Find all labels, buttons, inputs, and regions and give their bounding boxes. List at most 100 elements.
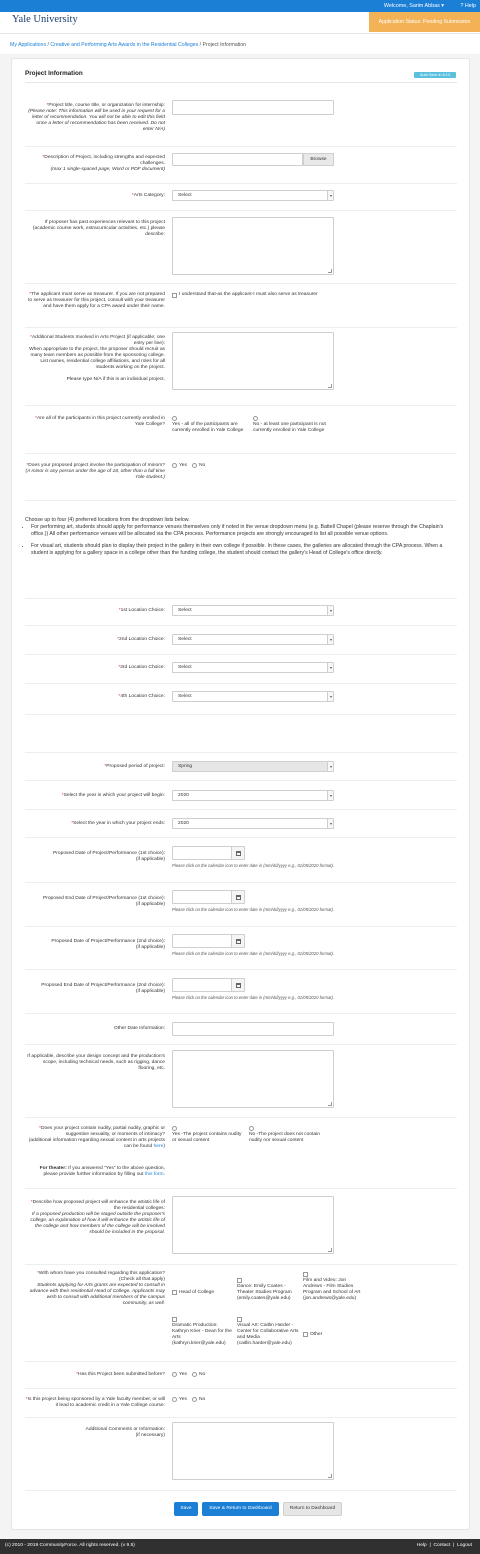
minors-no-radio[interactable] (192, 463, 197, 468)
return-dashboard-button[interactable]: Return to Dashboard (283, 1502, 342, 1516)
browse-button[interactable]: Browse (303, 153, 334, 166)
comments-textarea[interactable] (172, 1422, 334, 1480)
consult-other-checkbox[interactable] (303, 1332, 308, 1337)
location-3-select[interactable]: Select (172, 662, 334, 673)
consult-visual-checkbox[interactable] (237, 1317, 242, 1322)
submitted-no-radio[interactable] (192, 1372, 197, 1377)
divider (25, 183, 457, 184)
resize-grip-icon[interactable] (328, 269, 332, 273)
location-1-select[interactable]: Select (172, 605, 334, 616)
date2-input[interactable] (172, 934, 245, 948)
consult-film-label[interactable]: Film and Video: Jon Andrews - Film Studi… (303, 1278, 365, 1302)
end-year-label: *Select the year in which your project e… (71, 821, 165, 826)
calendar-icon (236, 983, 241, 988)
nudity-no-label[interactable]: No -The project does not contain nudity … (249, 1132, 321, 1144)
calendar-button[interactable] (231, 847, 244, 859)
divider (25, 714, 457, 715)
consult-other-label[interactable]: Other (310, 1332, 322, 1338)
other-date-input[interactable] (172, 1022, 334, 1036)
save-button[interactable]: Save (174, 1502, 198, 1516)
theater-form-link[interactable]: this form (145, 1172, 164, 1177)
end1-label-text: Proposed End Date of Project/Performance… (42, 896, 165, 901)
enhance-textarea[interactable] (172, 1196, 334, 1254)
resize-grip-icon[interactable] (328, 1248, 332, 1252)
submitted-yes-label[interactable]: Yes (179, 1372, 187, 1378)
end2-input[interactable] (172, 978, 245, 992)
past-experience-textarea[interactable] (172, 217, 334, 275)
consult-visual-label[interactable]: Visual Art: Caitlin Harder - Center for … (237, 1323, 299, 1347)
resize-grip-icon[interactable] (328, 1102, 332, 1106)
consult-head-label[interactable]: Head of College (179, 1290, 234, 1296)
consult-film-checkbox[interactable] (303, 1272, 308, 1277)
enrolled-yes-radio[interactable] (172, 416, 177, 421)
date1-input[interactable] (172, 846, 245, 860)
calendar-button[interactable] (231, 935, 244, 947)
location-2-select[interactable]: Select (172, 634, 334, 645)
calendar-icon (236, 851, 241, 856)
nudity-yes-radio[interactable] (172, 1126, 177, 1131)
divider (25, 1361, 457, 1362)
end2-label-text: Proposed End Date of Project/Performance… (41, 983, 165, 988)
section-title: Project Information (25, 70, 83, 77)
calendar-button[interactable] (231, 891, 244, 903)
resize-grip-icon[interactable] (328, 384, 332, 388)
consult-drama-checkbox[interactable] (172, 1317, 177, 1322)
additional-students-textarea[interactable] (172, 332, 334, 390)
submitted-no-label[interactable]: No (199, 1372, 205, 1378)
minors-yes-radio[interactable] (172, 463, 177, 468)
theater-note-period: . (163, 1172, 165, 1177)
calendar-button[interactable] (231, 979, 244, 991)
divider (25, 210, 457, 211)
footer-logout-link[interactable]: Logout (457, 1543, 472, 1548)
submitted-yes-radio[interactable] (172, 1372, 177, 1377)
past-experience-label: If proposer has past experiences relevan… (32, 220, 165, 237)
breadcrumb-my-applications[interactable]: My Applications (10, 42, 46, 48)
theater-note: For theater: If you answered "Yes" to th… (25, 1166, 165, 1178)
footer-contact-link[interactable]: Contact (433, 1543, 450, 1548)
nudity-label-text: Does your project contain nudity, partia… (40, 1126, 165, 1137)
user-menu[interactable]: Welcome, Sarim Abbas ▾ (384, 3, 444, 9)
chevron-down-icon (330, 765, 332, 768)
sponsored-no-label[interactable]: No (199, 1397, 205, 1403)
resize-grip-icon[interactable] (328, 1474, 332, 1478)
calendar-icon (236, 895, 241, 900)
nudity-no-radio[interactable] (249, 1126, 254, 1131)
location-4-label: *4th Location Choice: (118, 694, 166, 699)
arts-category-select[interactable]: Select (172, 190, 334, 201)
sponsored-yes-radio[interactable] (172, 1397, 177, 1402)
breadcrumb: My Applications / Creative and Performin… (10, 42, 246, 48)
enrolled-label: *Are all of the participants in this pro… (35, 416, 165, 427)
treasurer-checkbox[interactable] (172, 293, 177, 298)
sponsored-yes-label[interactable]: Yes (179, 1397, 187, 1403)
end1-label: Proposed End Date of Project/Performance… (25, 896, 165, 908)
description-file-input[interactable] (172, 153, 303, 166)
location-4-select[interactable]: Select (172, 691, 334, 702)
begin-year-select[interactable]: 2020 (172, 790, 334, 801)
treasurer-label: *The applicant must serve as treasurer. … (28, 292, 165, 309)
consult-dance-checkbox[interactable] (237, 1278, 242, 1283)
consult-head-checkbox[interactable] (172, 1290, 177, 1295)
enrolled-no-label[interactable]: No - at least one participant is not cur… (253, 422, 331, 434)
help-link[interactable]: ? Help (460, 3, 476, 9)
divider (25, 327, 457, 328)
consult-drama-label[interactable]: Dramatic Production: Kathryn Krier - Dea… (172, 1323, 234, 1347)
save-return-button[interactable]: Save & Return to Dashboard (202, 1502, 279, 1516)
design-textarea[interactable] (172, 1050, 334, 1108)
yale-logo[interactable]: Yale University (12, 14, 78, 25)
nudity-info-link[interactable]: here (154, 1144, 164, 1149)
nudity-yes-label[interactable]: Yes -The project contains nudity or sexu… (172, 1132, 242, 1144)
minors-yes-label[interactable]: Yes (179, 463, 187, 469)
treasurer-option[interactable]: I understand that-as the applicant-I mus… (179, 292, 339, 298)
divider (25, 969, 457, 970)
breadcrumb-program[interactable]: Creative and Performing Arts Awards in t… (50, 42, 198, 48)
end1-input[interactable] (172, 890, 245, 904)
project-title-input[interactable] (172, 100, 334, 115)
begin-year-value: 2020 (178, 793, 189, 798)
minors-no-label[interactable]: No (199, 463, 205, 469)
sponsored-no-radio[interactable] (192, 1397, 197, 1402)
consult-dance-label[interactable]: Dance: Emily Coates - Theater Studies Pr… (237, 1284, 299, 1302)
end-year-select[interactable]: 2020 (172, 818, 334, 829)
enrolled-no-radio[interactable] (253, 416, 258, 421)
footer-help-link[interactable]: Help (417, 1543, 427, 1548)
enrolled-yes-label[interactable]: Yes - all of the participants are curren… (172, 422, 247, 434)
